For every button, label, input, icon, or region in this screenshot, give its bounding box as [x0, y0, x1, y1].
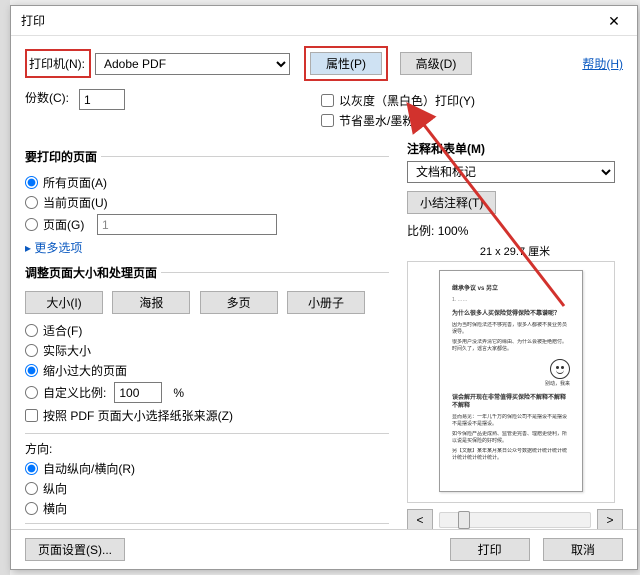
- custom-scale-input[interactable]: [114, 382, 162, 403]
- sizing-legend: 调整页面大小和处理页面: [25, 264, 161, 281]
- close-icon[interactable]: ✕: [597, 10, 631, 32]
- booklet-button[interactable]: 小册子: [287, 291, 365, 314]
- pages-legend: 要打印的页面: [25, 148, 101, 165]
- preview-prev-button[interactable]: <: [407, 509, 433, 531]
- pdf-source-checkbox[interactable]: [25, 409, 38, 422]
- orient-portrait-label[interactable]: 纵向: [43, 480, 67, 497]
- printer-label: 打印机(N):: [29, 55, 85, 72]
- print-dialog: 打印 ✕ 打印机(N): Adobe PDF 属性(P) 高级(D) 帮助(H)…: [10, 5, 638, 570]
- save-ink-label[interactable]: 节省墨水/墨粉: [339, 112, 414, 129]
- preview-face-icon: [550, 359, 570, 379]
- scale-label: 比例:: [407, 224, 434, 238]
- print-button[interactable]: 打印: [450, 538, 530, 561]
- copies-label: 份数(C):: [25, 89, 79, 106]
- pages-current-radio[interactable]: [25, 196, 38, 209]
- fit-radio[interactable]: [25, 324, 38, 337]
- pages-all-label[interactable]: 所有页面(A): [43, 174, 107, 191]
- preview-next-button[interactable]: >: [597, 509, 623, 531]
- pages-range-label[interactable]: 页面(G): [43, 216, 97, 233]
- grayscale-checkbox[interactable]: [321, 94, 334, 107]
- annotations-legend: 注释和表单(M): [407, 140, 623, 157]
- custom-label[interactable]: 自定义比例:: [43, 384, 106, 401]
- pages-group: 要打印的页面 所有页面(A) 当前页面(U) 页面(G): [25, 148, 389, 256]
- multi-button[interactable]: 多页: [200, 291, 278, 314]
- size-button[interactable]: 大小(I): [25, 291, 103, 314]
- preview-slider-thumb[interactable]: [458, 511, 470, 529]
- custom-radio[interactable]: [25, 386, 38, 399]
- annotations-select[interactable]: 文档和标记: [407, 161, 615, 183]
- preview-page: 继承争议 vs 另立 1. …… 为什么很多人买保险觉得保险不靠谱呢？ 因为当时…: [439, 270, 583, 492]
- orient-portrait-radio[interactable]: [25, 482, 38, 495]
- poster-button[interactable]: 海报: [112, 291, 190, 314]
- help-link[interactable]: 帮助(H): [582, 55, 623, 72]
- orient-auto-radio[interactable]: [25, 462, 38, 475]
- copies-input[interactable]: [79, 89, 125, 110]
- actual-radio[interactable]: [25, 344, 38, 357]
- orient-auto-label[interactable]: 自动纵向/横向(R): [43, 460, 135, 477]
- actual-label[interactable]: 实际大小: [43, 342, 91, 359]
- preview-slider[interactable]: [439, 512, 591, 528]
- cancel-button[interactable]: 取消: [543, 538, 623, 561]
- summarize-button[interactable]: 小结注释(T): [407, 191, 496, 214]
- properties-button[interactable]: 属性(P): [310, 52, 382, 75]
- grayscale-label[interactable]: 以灰度（黑白色）打印(Y): [339, 92, 475, 109]
- orient-landscape-radio[interactable]: [25, 502, 38, 515]
- pages-range-radio[interactable]: [25, 218, 38, 231]
- printer-select[interactable]: Adobe PDF: [95, 53, 290, 75]
- save-ink-checkbox[interactable]: [321, 114, 334, 127]
- page-setup-button[interactable]: 页面设置(S)...: [25, 538, 125, 561]
- shrink-label[interactable]: 缩小过大的页面: [43, 362, 127, 379]
- sizing-group: 调整页面大小和处理页面 大小(I) 海报 多页 小册子 适合(F) 实际大小: [25, 264, 389, 427]
- print-preview: 继承争议 vs 另立 1. …… 为什么很多人买保险觉得保险不靠谱呢？ 因为当时…: [407, 261, 615, 503]
- orient-landscape-label[interactable]: 横向: [43, 500, 67, 517]
- pages-all-radio[interactable]: [25, 176, 38, 189]
- scale-value: 100%: [438, 224, 469, 238]
- more-options-link[interactable]: ▸ 更多选项: [25, 241, 82, 255]
- shrink-radio[interactable]: [25, 364, 38, 377]
- dialog-title: 打印: [21, 6, 45, 36]
- pdf-source-label[interactable]: 按照 PDF 页面大小选择纸张来源(Z): [43, 407, 233, 424]
- orient-legend: 方向:: [25, 440, 389, 457]
- pages-current-label[interactable]: 当前页面(U): [43, 194, 108, 211]
- titlebar: 打印 ✕: [11, 6, 637, 36]
- advanced-button[interactable]: 高级(D): [400, 52, 472, 75]
- pages-range-input: [97, 214, 277, 235]
- dialog-footer: 页面设置(S)... 打印 取消: [11, 529, 637, 569]
- paper-size: 21 x 29.7 厘米: [407, 243, 623, 259]
- custom-unit: %: [173, 386, 184, 400]
- fit-label[interactable]: 适合(F): [43, 322, 82, 339]
